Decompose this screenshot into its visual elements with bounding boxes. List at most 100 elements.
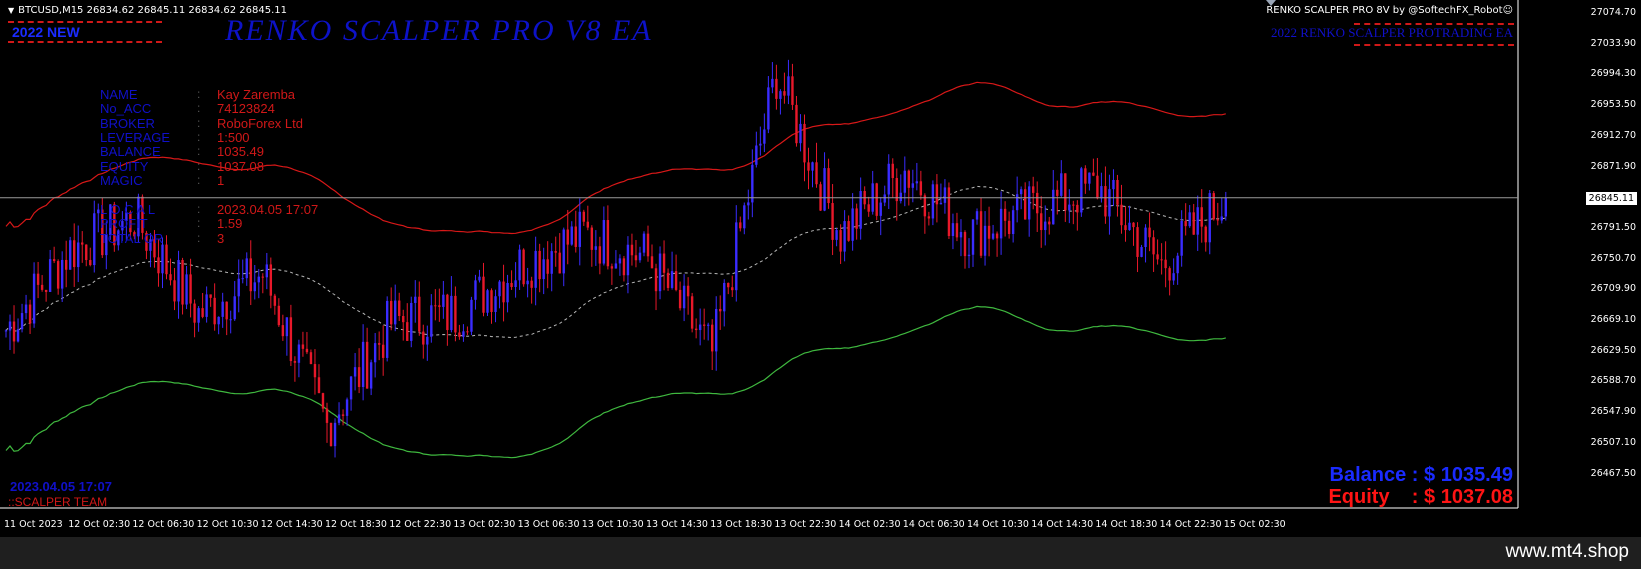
candle-body xyxy=(1003,208,1007,221)
candle-body xyxy=(329,422,333,447)
candle-body xyxy=(566,229,569,245)
candle-body xyxy=(1188,212,1191,227)
info-value: 1037.08 xyxy=(217,158,264,174)
candle-body xyxy=(606,220,610,267)
candle-body xyxy=(799,123,802,144)
candle-body xyxy=(157,257,160,274)
candle-body xyxy=(390,300,393,325)
candle-body xyxy=(321,393,325,409)
candle-body xyxy=(546,259,549,274)
candle-body xyxy=(634,255,638,261)
candle-body xyxy=(630,244,634,256)
candle-body xyxy=(414,296,417,303)
candle-body xyxy=(1152,237,1155,255)
candle-body xyxy=(1040,213,1043,231)
candle-body xyxy=(478,276,481,281)
candle-body xyxy=(486,290,489,313)
price-tick-label: 26547.90 xyxy=(1590,406,1636,418)
candle-body xyxy=(542,259,545,280)
candle-body xyxy=(197,308,200,323)
time-tick-label: 14 Oct 10:30 xyxy=(967,519,1029,530)
candle-body xyxy=(638,252,642,261)
candle-body xyxy=(462,331,465,337)
candle-body xyxy=(466,331,469,333)
candle-body xyxy=(879,202,882,216)
candle-body xyxy=(662,253,666,273)
candle-body xyxy=(293,361,297,363)
bottom-date: 2023.04.05 17:07 xyxy=(10,479,112,494)
candle-body xyxy=(610,266,614,269)
candle-body xyxy=(743,205,746,229)
candle-body xyxy=(1128,222,1131,231)
candle-body xyxy=(767,87,770,130)
balance-display: Balance : $ 1035.49 xyxy=(1329,464,1513,486)
candle-body xyxy=(951,223,955,236)
symbol-menu-arrow-icon[interactable]: ▼ xyxy=(8,6,14,15)
info-colon: : xyxy=(197,216,201,231)
candle-body xyxy=(357,367,361,388)
candle-body xyxy=(1180,220,1183,256)
info-colon: : xyxy=(197,129,201,144)
candle-body xyxy=(723,282,726,312)
candle-body xyxy=(771,78,774,88)
candle-body xyxy=(887,163,890,195)
candle-body xyxy=(1036,192,1039,214)
candle-body xyxy=(578,211,581,247)
info-label: PROFIT xyxy=(100,216,148,232)
candle-body xyxy=(1056,189,1059,196)
candle-body xyxy=(646,233,650,257)
current-price-label: 26845.11 xyxy=(1585,191,1637,205)
candle-body xyxy=(52,259,56,262)
candle-body xyxy=(498,281,501,297)
candle-body xyxy=(289,317,293,362)
candle-body xyxy=(81,242,84,245)
info-label: No_ACC xyxy=(100,101,152,117)
watermark: www.mt4.shop xyxy=(1505,541,1629,562)
candle-body xyxy=(1096,175,1099,199)
candle-body xyxy=(438,305,441,307)
candle-body xyxy=(550,251,553,274)
candle-body xyxy=(706,324,710,326)
candle-body xyxy=(1120,204,1123,226)
candle-body xyxy=(1176,255,1179,274)
time-tick-label: 13 Oct 22:30 xyxy=(774,519,837,530)
candle-body xyxy=(361,341,365,388)
candle-body xyxy=(418,296,421,332)
candle-body xyxy=(398,300,401,317)
candle-body xyxy=(1224,197,1227,217)
info-colon: : xyxy=(197,101,201,116)
candle-body xyxy=(971,219,975,255)
candle-body xyxy=(337,414,341,423)
candle-body xyxy=(28,304,32,324)
candle-body xyxy=(73,240,76,268)
candle-body xyxy=(803,123,806,163)
candle-body xyxy=(614,263,618,269)
chart-area[interactable] xyxy=(0,0,1641,537)
candle-body xyxy=(8,321,12,331)
candle-body xyxy=(434,305,437,307)
candle-body xyxy=(189,274,192,304)
candle-body xyxy=(285,317,289,337)
info-label: TOTAL OR xyxy=(100,230,164,246)
candle-body xyxy=(377,343,381,345)
candle-body xyxy=(787,76,790,96)
candle-body xyxy=(530,280,533,288)
candle-body xyxy=(406,322,409,341)
time-tick-label: 14 Oct 22:30 xyxy=(1159,519,1222,530)
price-tick-label: 27033.90 xyxy=(1590,37,1636,49)
price-tick-label: 26912.70 xyxy=(1590,129,1636,141)
price-chart[interactable] xyxy=(0,0,1641,537)
candle-body xyxy=(1144,227,1147,248)
candle-body xyxy=(967,254,971,257)
upper-band-line xyxy=(5,81,1226,235)
candle-body xyxy=(385,300,389,358)
candle-body xyxy=(851,208,854,241)
info-label: LEVERAGE xyxy=(100,129,171,145)
candle-body xyxy=(843,221,846,252)
info-value: Kay Zaremba xyxy=(217,87,296,102)
candle-body xyxy=(402,316,405,323)
candle-body xyxy=(229,319,232,321)
candle-body xyxy=(783,91,786,96)
candle-body xyxy=(1052,189,1055,225)
candle-body xyxy=(899,192,902,202)
